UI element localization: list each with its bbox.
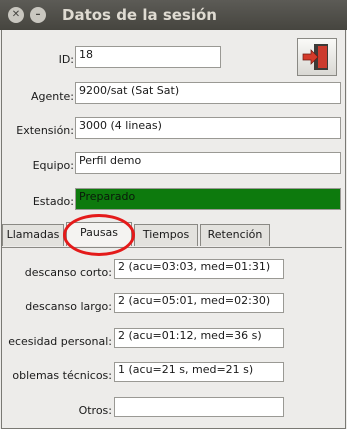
title-bar: ✕ – Datos de la sesión xyxy=(0,0,347,30)
pausa-value-necesidad-personal[interactable]: 2 (acu=01:12, med=36 s) xyxy=(114,328,284,348)
minimize-window-icon[interactable]: – xyxy=(30,7,46,23)
estado-field: Preparado xyxy=(75,188,341,210)
pausa-label-descanso-corto: descanso corto: xyxy=(24,266,112,279)
exit-button[interactable] xyxy=(297,38,337,76)
tab-divider xyxy=(2,247,342,248)
pausa-value-otros[interactable] xyxy=(114,397,284,417)
pausa-value-descanso-corto[interactable]: 2 (acu=03:03, med=01:31) xyxy=(114,259,284,279)
tab-retencion[interactable]: Retención xyxy=(200,224,270,246)
id-field[interactable]: 18 xyxy=(75,46,221,68)
close-window-icon[interactable]: ✕ xyxy=(8,7,24,23)
pausa-value-problemas-tecnicos[interactable]: 1 (acu=21 s, med=21 s) xyxy=(114,362,284,382)
pausa-value-descanso-largo[interactable]: 2 (acu=05:01, med=02:30) xyxy=(114,293,284,313)
id-label: ID: xyxy=(58,53,74,66)
agente-field[interactable]: 9200/sat (Sat Sat) xyxy=(75,82,341,104)
tab-bar: Llamadas Pausas Tiempos Retención xyxy=(2,222,270,248)
pausa-label-descanso-largo: descanso largo: xyxy=(25,300,112,313)
window-title: Datos de la sesión xyxy=(62,6,217,24)
pausa-label-problemas-tecnicos: oblemas técnicos: xyxy=(12,369,112,382)
red-annotation-circle xyxy=(63,214,135,256)
extension-label: Extensión: xyxy=(16,124,74,137)
tab-llamadas[interactable]: Llamadas xyxy=(2,224,64,246)
equipo-field[interactable]: Perfil demo xyxy=(75,152,341,174)
estado-label: Estado: xyxy=(32,195,74,208)
exit-door-arrow-icon xyxy=(302,44,328,70)
pausa-label-otros: Otros: xyxy=(78,404,112,417)
agente-label: Agente: xyxy=(30,90,74,103)
extension-field[interactable]: 3000 (4 lineas) xyxy=(75,117,341,139)
tab-tiempos[interactable]: Tiempos xyxy=(134,224,198,246)
equipo-label: Equipo: xyxy=(32,159,74,172)
pausa-label-necesidad-personal: ecesidad personal: xyxy=(8,335,112,348)
